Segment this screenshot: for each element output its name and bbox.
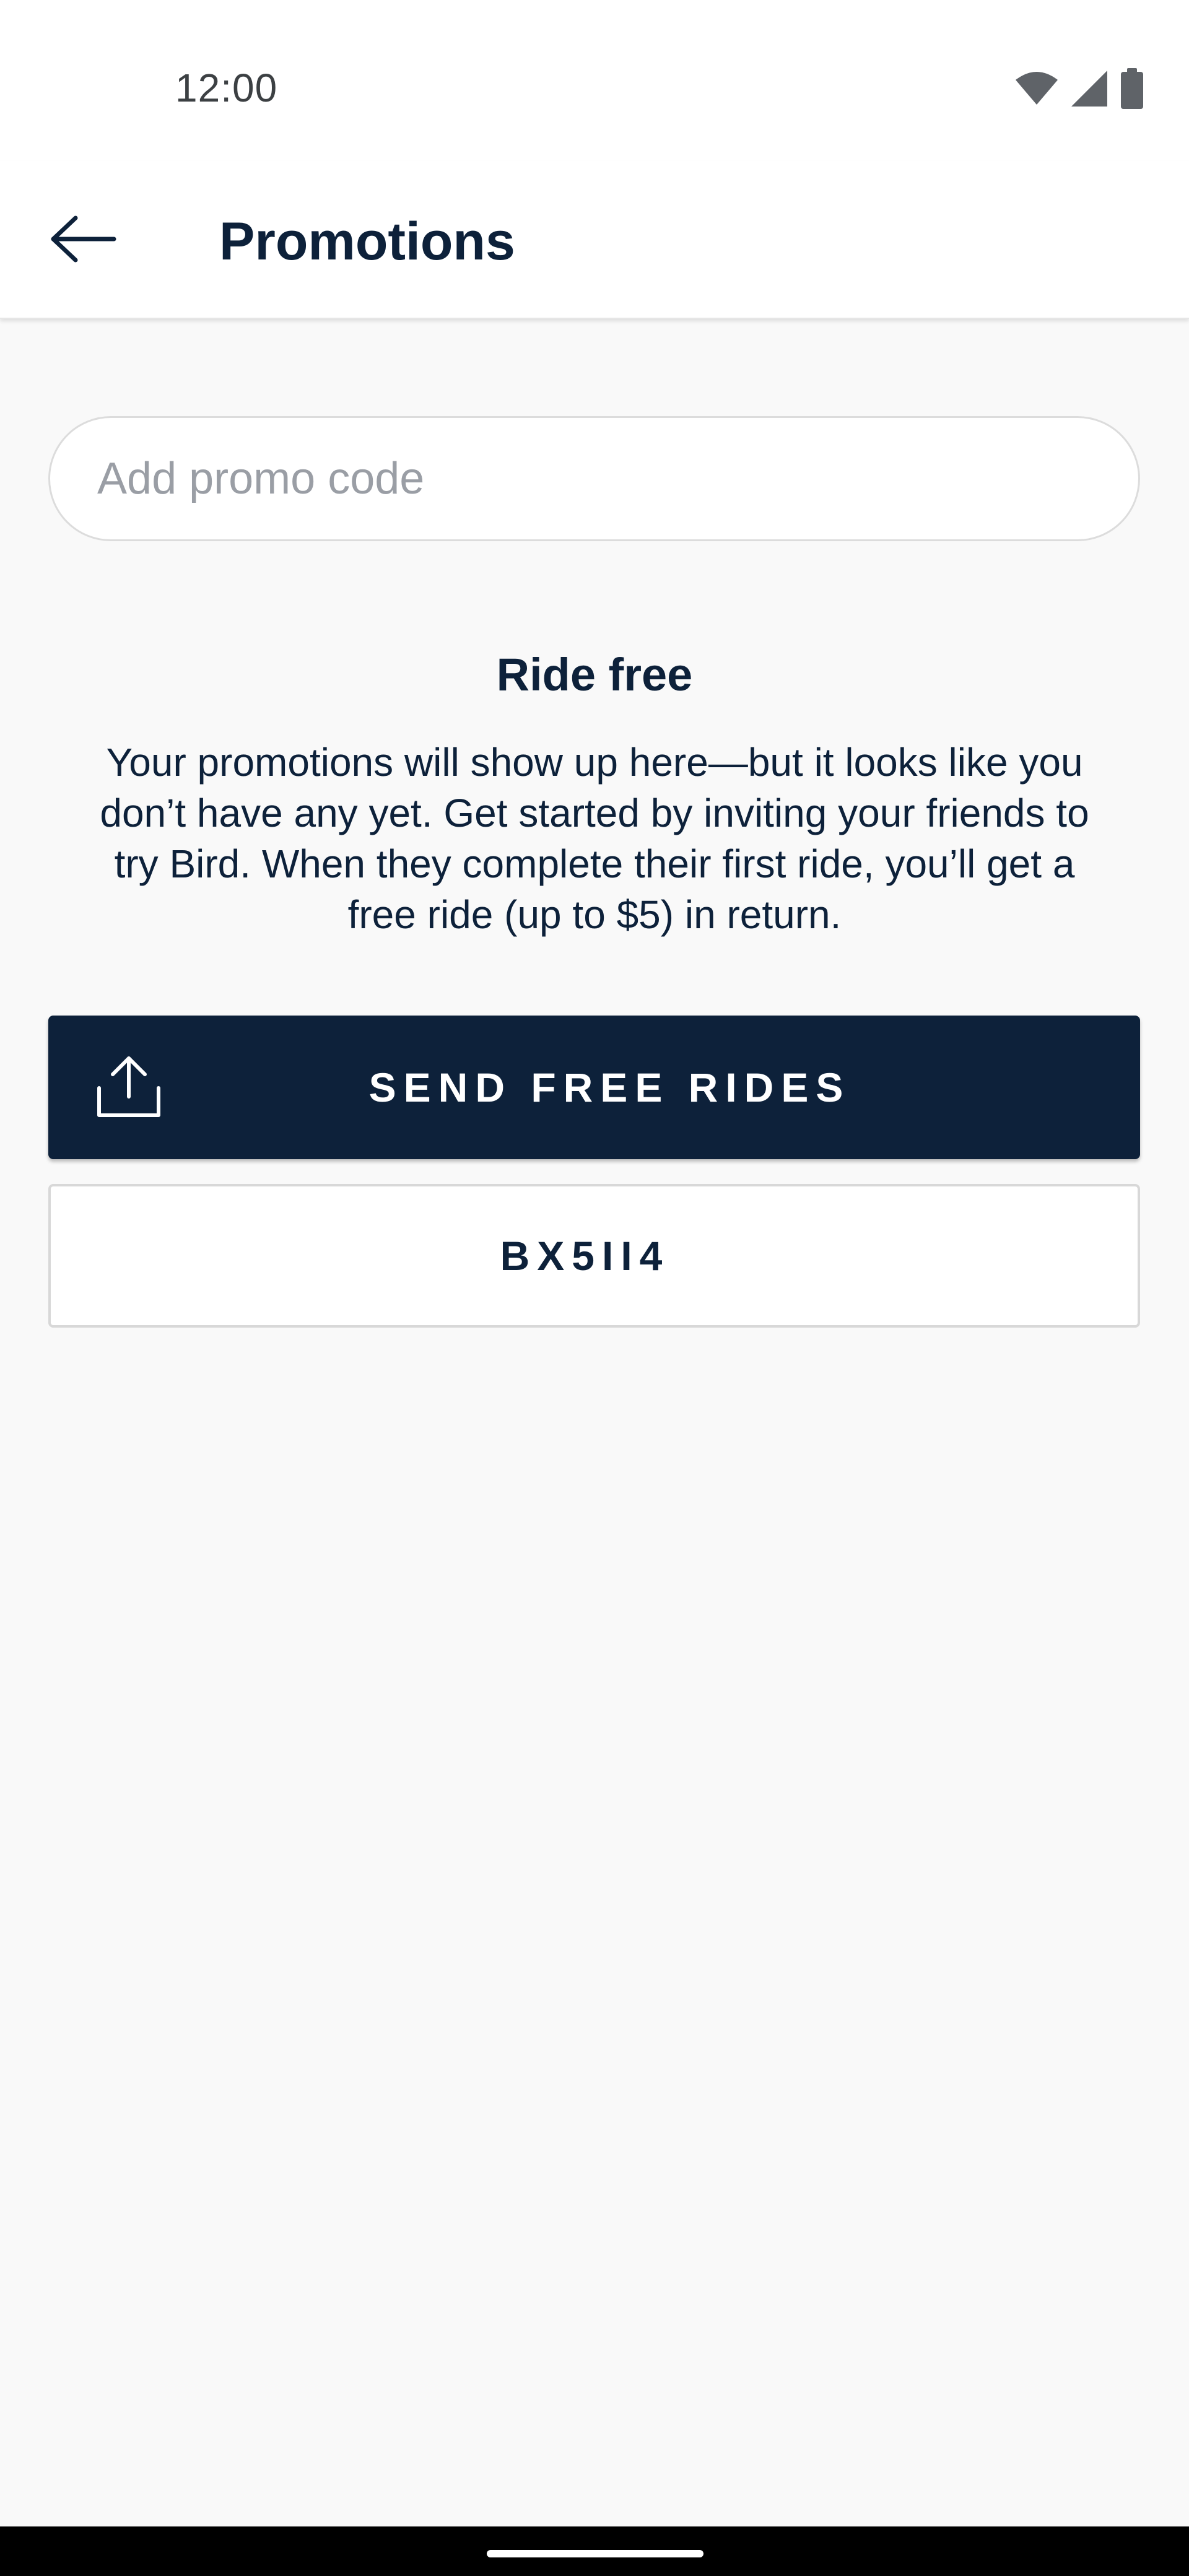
status-bar: 12:00 (0, 0, 1189, 161)
wifi-icon (1014, 71, 1059, 109)
signal-icon (1070, 69, 1108, 111)
status-icons (1014, 67, 1144, 112)
battery-icon (1120, 67, 1144, 112)
back-button[interactable] (37, 202, 130, 279)
send-free-rides-label: SEND FREE RIDES (368, 1064, 851, 1110)
status-time: 12:00 (175, 66, 278, 110)
navigation-bar (0, 2526, 1189, 2576)
referral-code-label: BX5II4 (500, 1233, 670, 1279)
promo-code-input[interactable] (48, 416, 1140, 541)
home-indicator[interactable] (487, 2550, 703, 2557)
page-title: Promotions (219, 212, 515, 271)
share-upload-icon (92, 1050, 166, 1124)
referral-code-button[interactable]: BX5II4 (48, 1184, 1140, 1328)
app-bar: Promotions (0, 161, 1189, 319)
empty-state-body: Your promotions will show up here—but it… (100, 740, 1089, 937)
empty-state-title: Ride free (496, 649, 693, 700)
send-free-rides-button[interactable]: SEND FREE RIDES (48, 1016, 1140, 1159)
arrow-left-icon (50, 214, 118, 267)
